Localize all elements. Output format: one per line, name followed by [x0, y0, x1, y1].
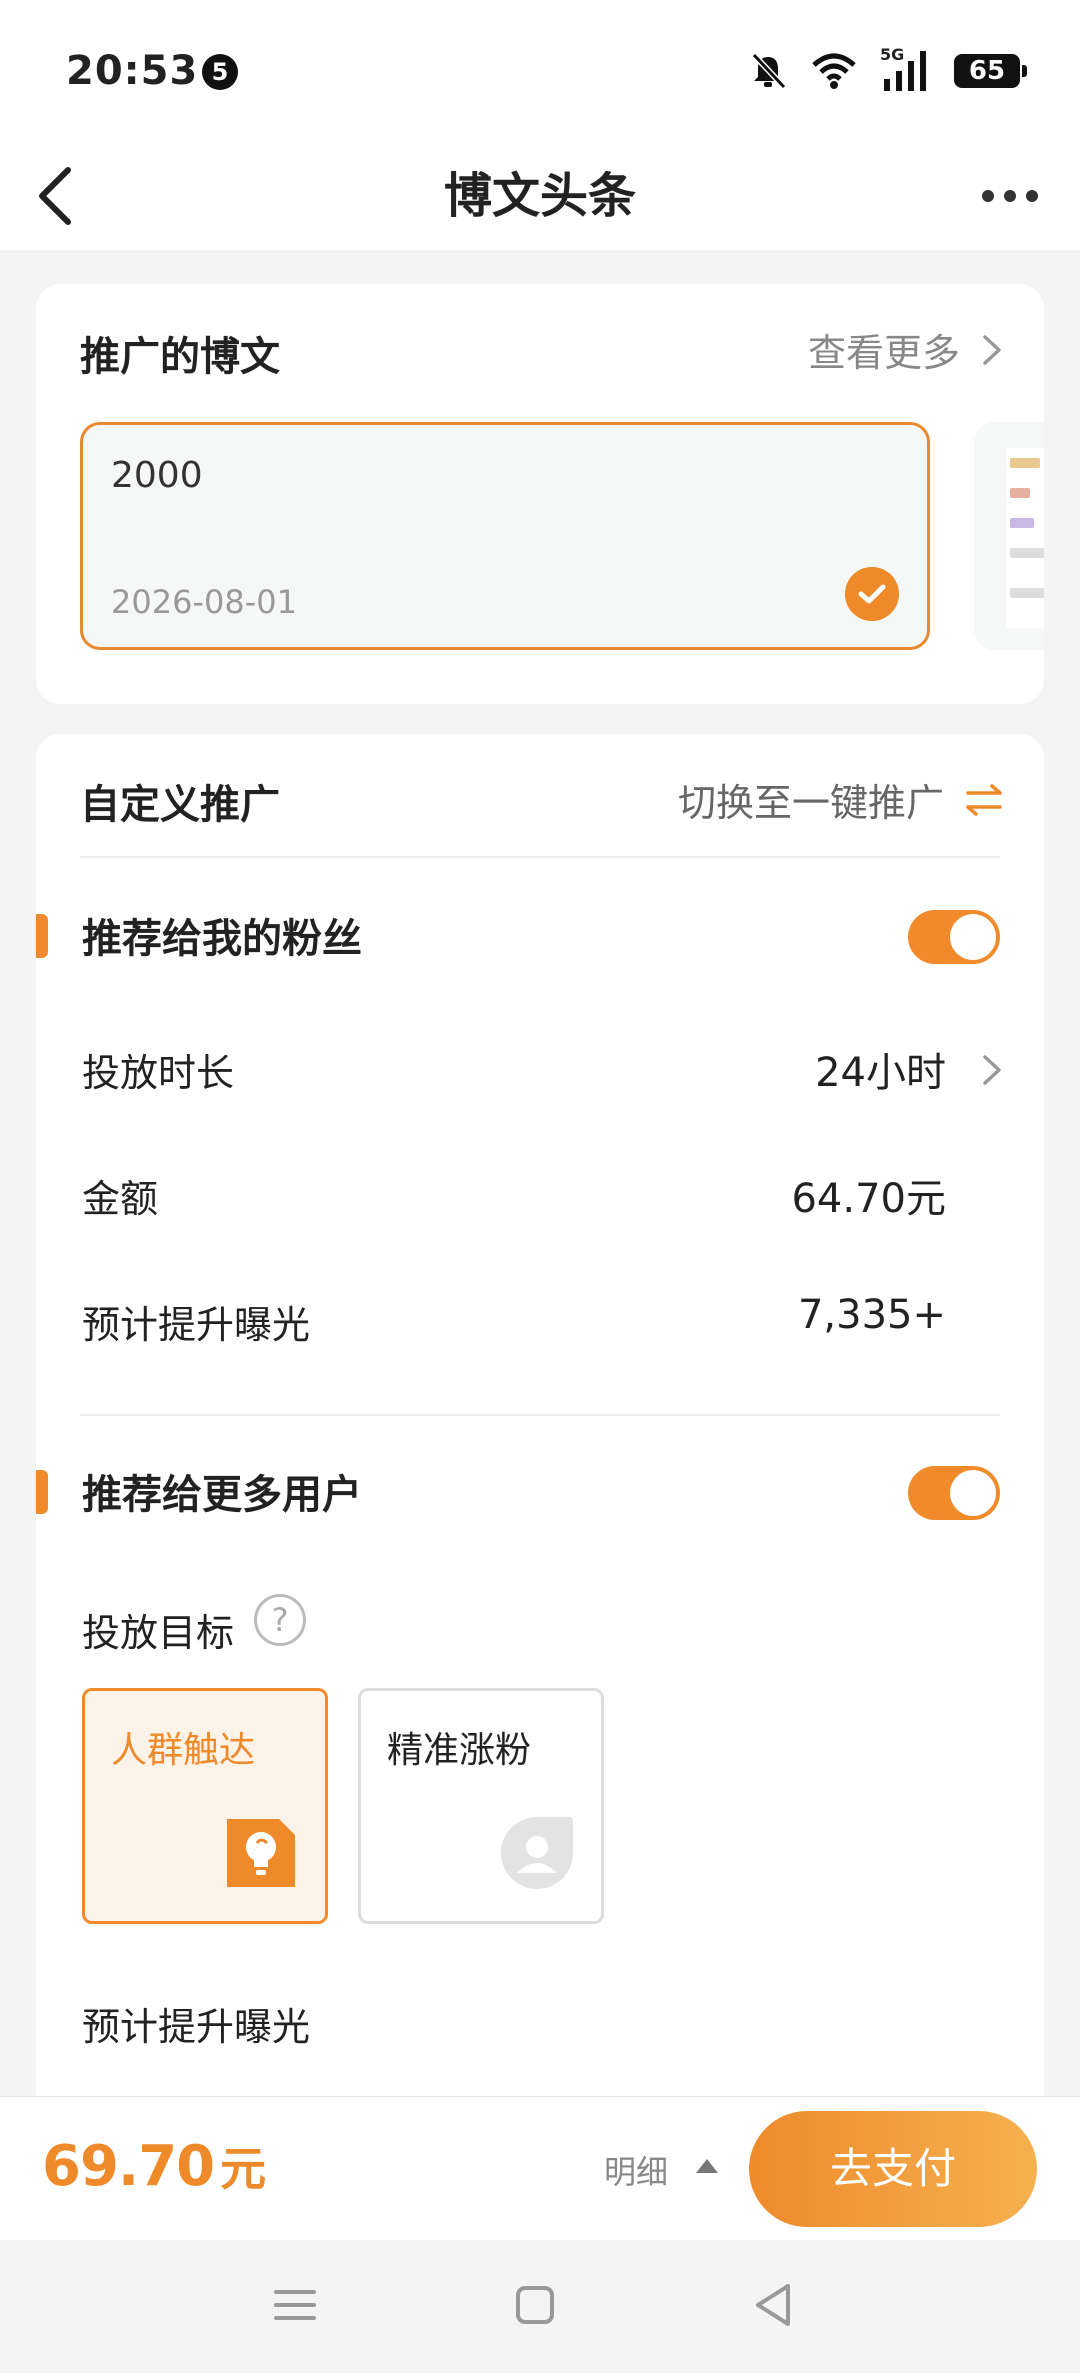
exposure-label: 预计提升曝光 [82, 1303, 311, 1347]
menu-icon[interactable] [260, 2270, 330, 2340]
fans-section-header: 推荐给我的粉丝 [36, 894, 1044, 974]
total-amount: 69.70 元 [42, 2133, 266, 2199]
back-icon[interactable] [740, 2270, 810, 2340]
swap-arrows-icon [966, 783, 1002, 816]
check-circle-icon [845, 567, 899, 621]
post-title: 2000 [111, 455, 203, 496]
post-date: 2026-08-01 [111, 583, 297, 621]
goal-option-label: 人群触达 [111, 1730, 256, 1771]
payment-bar: 69.70 元 明细 去支付 [0, 2096, 1080, 2240]
duration-row[interactable]: 投放时长 24小时 [36, 1026, 1044, 1106]
fans-toggle[interactable] [908, 910, 1000, 964]
more-users-toggle[interactable] [908, 1466, 1000, 1520]
divider [80, 856, 1000, 858]
status-icons: 5G 65 [748, 45, 1027, 96]
status-bar: 20:53 5 5G 65 [0, 0, 1080, 140]
more-exposure-label: 预计提升曝光 [82, 2005, 311, 2049]
goal-label: 投放目标 [82, 1611, 235, 1655]
detail-toggle[interactable]: 明细 [604, 2147, 668, 2193]
nav-bar: 博文头条 [0, 140, 1080, 252]
custom-promotion-card: 自定义推广 切换至一键推广 推荐给我的粉丝 投放时长 24小时 金额 64.70… [36, 734, 1044, 2134]
goal-option-fans[interactable]: 精准涨粉 [358, 1688, 604, 1924]
chevron-right-icon [983, 1055, 1001, 1085]
view-more-link[interactable]: 查看更多 [808, 322, 1004, 377]
section-accent-bar [36, 1470, 48, 1514]
chevron-right-icon [983, 334, 1001, 365]
home-icon[interactable] [500, 2270, 570, 2340]
system-nav-bar [0, 2240, 1080, 2373]
cellular-signal-icon: 5G [880, 45, 932, 93]
more-users-section-title: 推荐给更多用户 [82, 1472, 362, 1518]
promoted-post-title: 推广的博文 [80, 334, 280, 380]
wifi-icon [812, 53, 856, 89]
fans-section-title: 推荐给我的粉丝 [82, 916, 362, 962]
page-title: 博文头条 [443, 168, 636, 224]
exposure-value: 7,335+ [797, 1292, 946, 1338]
duration-label: 投放时长 [82, 1051, 235, 1095]
pay-button[interactable]: 去支付 [749, 2111, 1037, 2227]
more-options-icon[interactable] [970, 166, 1050, 226]
amount-value: 64.70元 [791, 1176, 946, 1222]
switch-label: 切换至一键推广 [677, 781, 944, 825]
lightbulb-icon [227, 1819, 295, 1887]
notification-count-badge: 5 [202, 54, 238, 90]
caret-up-icon[interactable] [696, 2159, 718, 2173]
amount-label: 金额 [82, 1177, 159, 1221]
promoted-post-card: 推广的博文 查看更多 2000 2026-08-01 [36, 284, 1044, 704]
goal-option-reach[interactable]: 人群触达 [82, 1688, 328, 1924]
divider [80, 1414, 1000, 1416]
battery-icon: 65 [954, 54, 1027, 88]
exposure-row: 预计提升曝光 7,335+ [36, 1278, 1044, 1358]
goal-row: 投放目标 ? [36, 1586, 1044, 1666]
more-users-section-header: 推荐给更多用户 [36, 1450, 1044, 1530]
total-value: 69.70 [42, 2134, 215, 2199]
next-post-item[interactable] [974, 422, 1044, 650]
selected-post-item[interactable]: 2000 2026-08-01 [80, 422, 930, 650]
total-unit: 元 [220, 2142, 266, 2196]
post-thumbnail [1006, 448, 1044, 628]
switch-one-click-promotion[interactable]: 切换至一键推广 [678, 772, 1004, 827]
amount-row: 金额 64.70元 [36, 1152, 1044, 1232]
more-exposure-row: 预计提升曝光 [36, 1980, 1044, 2060]
status-time: 20:53 [66, 48, 199, 94]
mute-icon [751, 52, 787, 90]
view-more-label: 查看更多 [807, 331, 960, 375]
custom-promotion-title: 自定义推广 [80, 782, 280, 828]
help-icon[interactable]: ? [254, 1594, 306, 1646]
battery-level: 65 [968, 56, 1006, 86]
user-icon [501, 1817, 573, 1889]
section-accent-bar [36, 914, 48, 958]
goal-option-label: 精准涨粉 [387, 1730, 532, 1771]
duration-value: 24小时 [815, 1050, 946, 1096]
